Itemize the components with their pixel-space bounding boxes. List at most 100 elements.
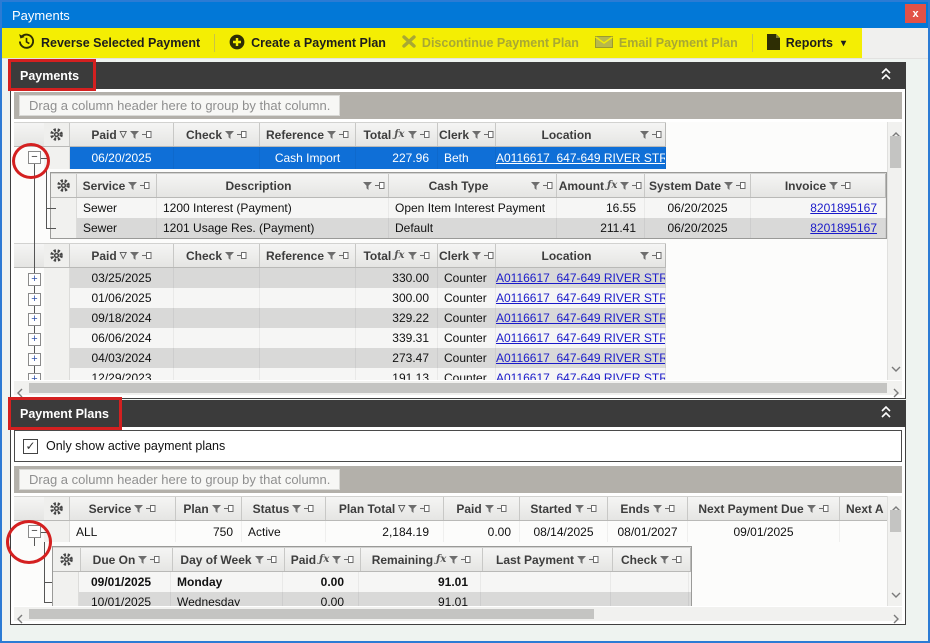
scroll-right-icon[interactable] xyxy=(893,611,899,629)
filter-icon[interactable] xyxy=(724,179,733,193)
pin-icon[interactable] xyxy=(267,553,277,567)
expand-row-button[interactable]: + xyxy=(28,353,41,366)
scroll-down-icon[interactable] xyxy=(891,585,901,603)
column-header-status[interactable]: Status xyxy=(242,497,326,520)
filter-icon[interactable] xyxy=(640,249,649,263)
collapse-panel-icon[interactable] xyxy=(880,405,892,424)
group-by-bar[interactable]: Drag a column header here to group by th… xyxy=(14,92,902,119)
filter-icon[interactable] xyxy=(212,502,221,516)
column-header-amount[interactable]: Amountƒx xyxy=(557,174,645,197)
collapse-row-button[interactable]: − xyxy=(28,151,41,164)
filter-icon[interactable] xyxy=(327,249,336,263)
expand-row-button[interactable]: + xyxy=(28,333,41,346)
pin-icon[interactable] xyxy=(736,179,746,193)
pin-icon[interactable] xyxy=(150,553,160,567)
filter-icon[interactable] xyxy=(829,179,838,193)
pin-icon[interactable] xyxy=(420,249,430,263)
column-header-remaining[interactable]: Remainingƒx xyxy=(361,548,483,571)
pin-icon[interactable] xyxy=(420,502,430,516)
column-header-next-payment-due[interactable]: Next Payment Due xyxy=(688,497,840,520)
filter-icon[interactable] xyxy=(408,502,417,516)
filter-icon[interactable] xyxy=(130,249,139,263)
pin-icon[interactable] xyxy=(672,553,682,567)
scroll-down-icon[interactable] xyxy=(891,359,901,377)
column-header-total[interactable]: Totalƒx xyxy=(356,244,438,267)
pin-icon[interactable] xyxy=(375,179,385,193)
filter-icon[interactable] xyxy=(472,128,481,142)
column-header-last-payment[interactable]: Last Payment xyxy=(483,548,613,571)
column-header-total[interactable]: Totalƒx xyxy=(356,123,438,146)
column-header-plan[interactable]: Plan xyxy=(176,497,242,520)
pin-icon[interactable] xyxy=(420,128,430,142)
column-header-reference[interactable]: Reference xyxy=(260,123,356,146)
pin-icon[interactable] xyxy=(146,502,156,516)
filter-icon[interactable] xyxy=(363,179,372,193)
column-header-check[interactable]: Check xyxy=(613,548,691,571)
column-header-service[interactable]: Service xyxy=(70,497,176,520)
filter-icon[interactable] xyxy=(327,128,336,142)
column-header-service[interactable]: Service xyxy=(77,174,157,197)
filter-icon[interactable] xyxy=(255,553,264,567)
create-payment-plan-button[interactable]: Create a Payment Plan xyxy=(223,34,392,53)
pin-icon[interactable] xyxy=(497,502,507,516)
pin-icon[interactable] xyxy=(543,179,553,193)
filter-icon[interactable] xyxy=(807,502,816,516)
pin-icon[interactable] xyxy=(142,128,152,142)
column-header-started[interactable]: Started xyxy=(520,497,608,520)
group-by-bar[interactable]: Drag a column header here to group by th… xyxy=(14,466,902,493)
detail-row[interactable]: Sewer 1201 Usage Res. (Payment) Default … xyxy=(51,218,886,238)
grid-settings-gear-button[interactable] xyxy=(44,497,70,520)
schedule-row[interactable]: 09/01/2025 Monday 0.00 91.01 xyxy=(53,572,691,592)
schedule-row[interactable]: 10/01/2025 Wednesday 0.00 91.01 xyxy=(53,592,691,606)
column-header-plan-total[interactable]: Plan Total▽ xyxy=(326,497,444,520)
location-link[interactable]: A0116617 647-649 RIVER STREET xyxy=(496,151,666,165)
scrollbar-thumb[interactable] xyxy=(29,383,887,393)
pin-icon[interactable] xyxy=(140,179,150,193)
filter-icon[interactable] xyxy=(134,502,143,516)
payment-row[interactable]: 01/06/2025 300.00 Counter A0116617 647-6… xyxy=(14,288,666,308)
column-header-paid[interactable]: Paid▽ xyxy=(70,123,174,146)
column-header-description[interactable]: Description xyxy=(157,174,389,197)
filter-icon[interactable] xyxy=(653,502,662,516)
filter-icon[interactable] xyxy=(225,128,234,142)
filter-icon[interactable] xyxy=(575,502,584,516)
pin-icon[interactable] xyxy=(304,502,314,516)
grid-settings-gear-button[interactable] xyxy=(44,244,70,267)
payment-row[interactable]: 06/06/2024 339.31 Counter A0116617 647-6… xyxy=(14,328,666,348)
pin-icon[interactable] xyxy=(237,249,247,263)
pin-icon[interactable] xyxy=(142,249,152,263)
expand-row-button[interactable]: + xyxy=(28,373,41,380)
filter-icon[interactable] xyxy=(292,502,301,516)
location-link[interactable]: A0116617 647-649 RIVER STREET xyxy=(496,371,666,380)
payment-plans-panel-header[interactable]: Payment Plans xyxy=(10,400,906,427)
column-header-clerk[interactable]: Clerk xyxy=(438,123,496,146)
payment-row[interactable]: 12/29/2023 191.13 Counter A0116617 647-6… xyxy=(14,368,666,380)
expand-row-button[interactable]: + xyxy=(28,313,41,326)
horizontal-scrollbar[interactable] xyxy=(14,607,902,621)
scroll-left-icon[interactable] xyxy=(17,611,23,629)
filter-icon[interactable] xyxy=(660,553,669,567)
pin-icon[interactable] xyxy=(665,502,675,516)
close-button[interactable]: x xyxy=(905,4,926,23)
pin-icon[interactable] xyxy=(632,179,642,193)
column-header-reference[interactable]: Reference xyxy=(260,244,356,267)
filter-icon[interactable] xyxy=(577,553,586,567)
payment-row-selected[interactable]: 06/20/2025 Cash Import 227.96 Beth A0116… xyxy=(14,147,666,169)
location-link[interactable]: A0116617 647-649 RIVER STREET xyxy=(496,331,666,345)
discontinue-payment-plan-button[interactable]: Discontinue Payment Plan xyxy=(396,35,585,51)
pin-icon[interactable] xyxy=(339,249,349,263)
location-link[interactable]: A0116617 647-649 RIVER STREET xyxy=(496,291,666,305)
filter-icon[interactable] xyxy=(225,249,234,263)
email-payment-plan-button[interactable]: Email Payment Plan xyxy=(589,36,744,51)
scrollbar-thumb[interactable] xyxy=(890,510,901,532)
filter-icon[interactable] xyxy=(408,249,417,263)
filter-icon[interactable] xyxy=(531,179,540,193)
column-header-next-amount[interactable]: Next A xyxy=(840,497,887,520)
pin-icon[interactable] xyxy=(339,128,349,142)
collapse-panel-icon[interactable] xyxy=(880,67,892,86)
pin-icon[interactable] xyxy=(589,553,599,567)
collapse-row-button[interactable]: − xyxy=(28,525,41,538)
filter-icon[interactable] xyxy=(138,553,147,567)
payment-row[interactable]: 09/18/2024 329.22 Counter A0116617 647-6… xyxy=(14,308,666,328)
payments-panel-header[interactable]: Payments xyxy=(10,62,906,89)
